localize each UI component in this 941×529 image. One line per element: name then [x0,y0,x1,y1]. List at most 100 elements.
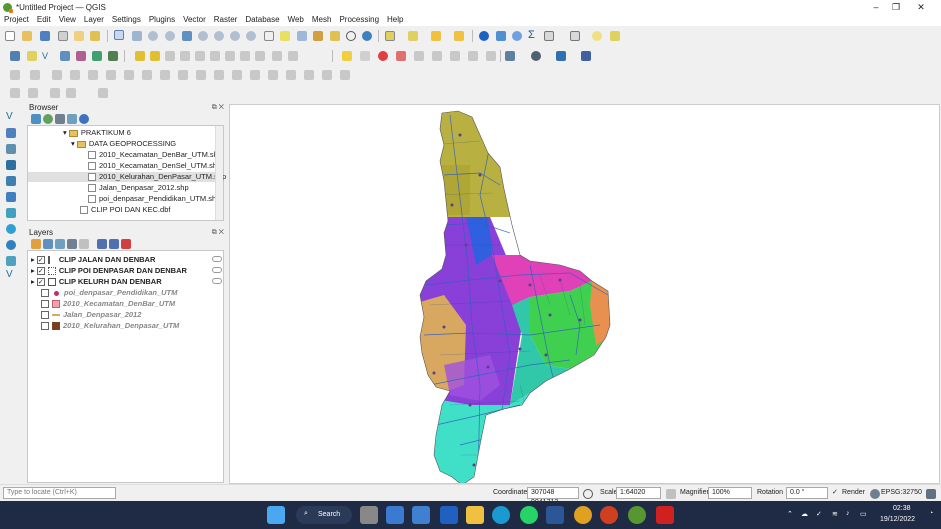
browser-scrollbar[interactable] [215,126,223,220]
menu-help[interactable]: Help [383,14,407,26]
zoom-full-icon[interactable] [182,31,192,41]
render-checkbox[interactable]: ✓ [832,487,838,499]
toggle-editing-icon[interactable] [150,51,160,61]
zoom-out-icon[interactable] [165,31,175,41]
whatsapp-icon[interactable] [520,506,538,524]
tree-item-praktikum[interactable]: ▾ PRAKTIKUM 6 [63,128,131,138]
zoom-in-icon[interactable] [148,31,158,41]
add-spatialite-layer-icon[interactable] [6,192,16,202]
tray-app-icon[interactable]: ✓ [816,510,822,518]
layer-visibility-checkbox[interactable]: ✓ [36,256,45,265]
locator-input[interactable]: Type to locate (Ctrl+K) [3,487,116,499]
menu-database[interactable]: Database [241,14,283,26]
map-render[interactable] [230,105,940,484]
tree-item-data-geoprocessing[interactable]: ▾ DATA GEOPROCESSING [71,139,176,149]
wifi-icon[interactable]: ≋ [832,510,838,518]
lock-scale-icon[interactable] [666,489,676,499]
clock-date[interactable]: 19/12/2022 [880,516,915,523]
map-canvas[interactable] [229,104,940,484]
add-selected-icon[interactable] [31,114,41,124]
menu-plugins[interactable]: Plugins [145,14,179,26]
tray-chevron-icon[interactable]: ⌃ [787,510,793,518]
rotation-input[interactable]: 0.0 ° [786,487,828,499]
add-wcs-icon[interactable] [6,224,16,234]
open-project-icon[interactable] [22,31,32,41]
acrobat-icon[interactable] [656,506,674,524]
battery-icon[interactable]: ▭ [860,510,867,518]
database-icon[interactable] [505,51,515,61]
python-icon[interactable] [556,51,566,61]
crs-globe-icon[interactable] [870,489,880,499]
tree-item-file-selected[interactable]: 2010_Kelurahan_DenPasar_UTM.shp [28,172,226,182]
file-explorer-icon[interactable] [466,506,484,524]
layer-item[interactable]: 2010_Kecamatan_DenBar_UTM [41,299,175,309]
layer-item[interactable]: ▸ ✓ CLIP JALAN DAN DENBAR [31,255,155,265]
zoom-selection-icon[interactable] [198,31,208,41]
gear-icon[interactable] [512,31,522,41]
taskbar-search[interactable]: ⌕ Search [296,506,352,524]
new-project-icon[interactable] [5,31,15,41]
menu-settings[interactable]: Settings [108,14,145,26]
layer-visibility-checkbox[interactable] [41,311,49,320]
qgis-taskbar-icon[interactable] [628,506,646,524]
panel-close-icon[interactable]: ⧉ ✕ [212,103,224,113]
tree-item-file[interactable]: CLIP POI DAN KEC.dbf [80,205,170,215]
layer-item[interactable]: ▸ ✓ CLIP KELURH DAN DENBAR [31,277,162,287]
pan-to-selection-icon[interactable] [132,31,142,41]
app-icon[interactable] [440,506,458,524]
label-icon[interactable] [342,51,352,61]
attribute-table-icon[interactable] [544,31,554,41]
select-by-value-icon[interactable] [408,31,418,41]
tree-item-file[interactable]: 2010_Kecamatan_DenSel_UTM.shp [88,161,221,171]
layout-manager-icon[interactable] [74,31,84,41]
menu-layer[interactable]: Layer [80,14,108,26]
annotation-icon[interactable] [610,31,620,41]
statistics-icon[interactable]: Σ [528,30,538,41]
temporal-controller-icon[interactable] [330,31,340,41]
collapse-all-icon[interactable] [67,114,77,124]
style-manager-icon[interactable] [31,239,41,249]
layer-visibility-checkbox[interactable] [41,322,49,331]
layer-indicator-icon[interactable] [212,278,222,284]
notification-icon[interactable]: ◔ [929,510,933,517]
add-group-icon[interactable] [43,239,53,249]
collapse-all-layers-icon[interactable] [109,239,119,249]
save-as-icon[interactable] [58,31,68,41]
add-delimited-icon[interactable] [92,51,102,61]
widgets-icon[interactable] [386,506,404,524]
menu-edit[interactable]: Edit [33,14,55,26]
app-icon[interactable] [412,506,430,524]
layer-item[interactable]: poi_denpasar_Pendidikan_UTM [41,288,177,298]
add-xyz-icon[interactable] [6,240,16,250]
scale-combobox[interactable]: 1:64020 [616,487,661,499]
menu-view[interactable]: View [55,14,80,26]
add-mesh-icon[interactable] [76,51,86,61]
tree-item-file[interactable]: poi_denpasar_Pendidikan_UTM.shp [88,194,220,204]
extents-toggle-icon[interactable] [583,489,593,499]
add-python-icon[interactable] [6,160,16,170]
save-project-icon[interactable] [40,31,50,41]
map-tips-icon[interactable] [592,31,602,41]
new-layout-icon[interactable] [90,31,100,41]
add-postgis-icon[interactable] [6,208,16,218]
add-wms-icon[interactable] [6,144,16,154]
menu-processing[interactable]: Processing [335,14,383,26]
tree-item-file[interactable]: Jalan_Denpasar_2012.shp [88,183,189,193]
add-vector-layer-icon[interactable]: V [6,112,16,122]
layer-item[interactable]: Jalan_Denpasar_2012 [41,310,141,320]
add-arcgis-icon[interactable] [6,256,16,266]
tree-item-file[interactable]: 2010_Kecamatan_DenBar_UTM.shp [88,150,222,160]
select-features-icon[interactable] [385,31,395,41]
panel-close-icon[interactable]: ⧉ ✕ [212,228,224,238]
clock-time[interactable]: 02:38 [893,505,911,512]
menu-web[interactable]: Web [284,14,308,26]
label-diagram-icon[interactable] [360,51,370,61]
action-icon[interactable] [496,31,506,41]
deselect-icon[interactable] [431,31,441,41]
layer-indicator-icon[interactable] [212,267,222,273]
pan-icon[interactable] [114,30,124,40]
plugin-icon[interactable] [581,51,591,61]
show-bookmarks-icon[interactable] [313,31,323,41]
task-view-icon[interactable] [360,506,378,524]
messages-icon[interactable] [926,489,936,499]
